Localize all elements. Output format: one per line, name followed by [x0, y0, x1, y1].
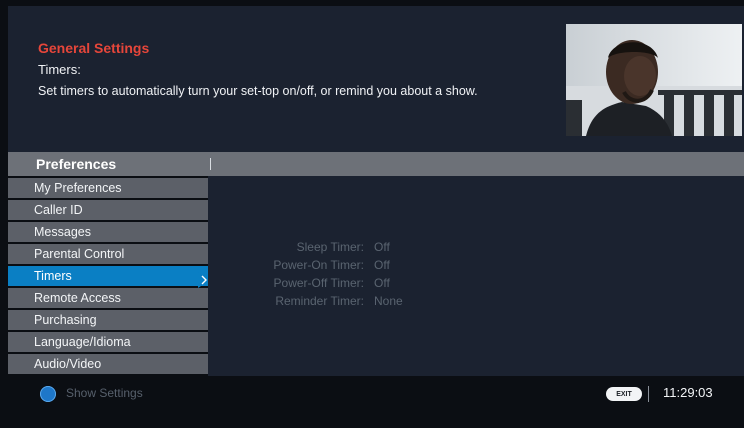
clock: 11:29:03: [663, 385, 713, 400]
menu-item-parental-control[interactable]: Parental Control: [8, 244, 208, 264]
timer-list: Sleep Timer: Off Power-On Timer: Off Pow…: [222, 238, 434, 310]
preferences-menu: My Preferences Caller ID Messages Parent…: [8, 178, 208, 376]
footer-divider: [648, 386, 649, 402]
menu-item-audio-video[interactable]: Audio/Video: [8, 354, 208, 374]
timer-value: Off: [374, 240, 390, 254]
timer-row-power-off[interactable]: Power-Off Timer: Off: [222, 274, 434, 292]
video-preview: [566, 24, 742, 136]
video-preview-image: [566, 24, 742, 136]
settings-header: General Settings Timers: Set timers to a…: [8, 6, 744, 152]
settings-subtitle: Timers:: [38, 62, 81, 77]
timers-panel: Sleep Timer: Off Power-On Timer: Off Pow…: [208, 176, 744, 376]
menu-item-language[interactable]: Language/Idioma: [8, 332, 208, 352]
section-header-bar: Preferences: [8, 152, 744, 176]
timer-label: Power-Off Timer:: [273, 276, 364, 290]
exit-button[interactable]: EXIT: [606, 387, 642, 401]
timer-value: Off: [374, 276, 390, 290]
settings-title: General Settings: [38, 40, 150, 56]
blue-button-icon[interactable]: [40, 386, 56, 402]
timer-label: Power-On Timer:: [273, 258, 364, 272]
timer-value: None: [374, 294, 403, 308]
timer-row-reminder[interactable]: Reminder Timer: None: [222, 292, 434, 310]
section-title: Preferences: [36, 156, 117, 172]
menu-item-messages[interactable]: Messages: [8, 222, 208, 242]
section-divider: [210, 158, 211, 170]
menu-item-my-preferences[interactable]: My Preferences: [8, 178, 208, 198]
timer-label: Reminder Timer:: [275, 294, 364, 308]
timer-row-sleep[interactable]: Sleep Timer: Off: [222, 238, 434, 256]
timer-label: Sleep Timer:: [296, 240, 364, 254]
timer-row-power-on[interactable]: Power-On Timer: Off: [222, 256, 434, 274]
settings-screen: General Settings Timers: Set timers to a…: [0, 0, 744, 428]
menu-item-purchasing[interactable]: Purchasing: [8, 310, 208, 330]
menu-item-timers[interactable]: Timers: [8, 266, 208, 286]
timer-value: Off: [374, 258, 390, 272]
menu-item-caller-id[interactable]: Caller ID: [8, 200, 208, 220]
show-settings-label[interactable]: Show Settings: [66, 386, 143, 400]
settings-description: Set timers to automatically turn your se…: [38, 84, 478, 98]
footer-bar: Show Settings EXIT 11:29:03: [8, 378, 744, 408]
menu-item-remote-access[interactable]: Remote Access: [8, 288, 208, 308]
